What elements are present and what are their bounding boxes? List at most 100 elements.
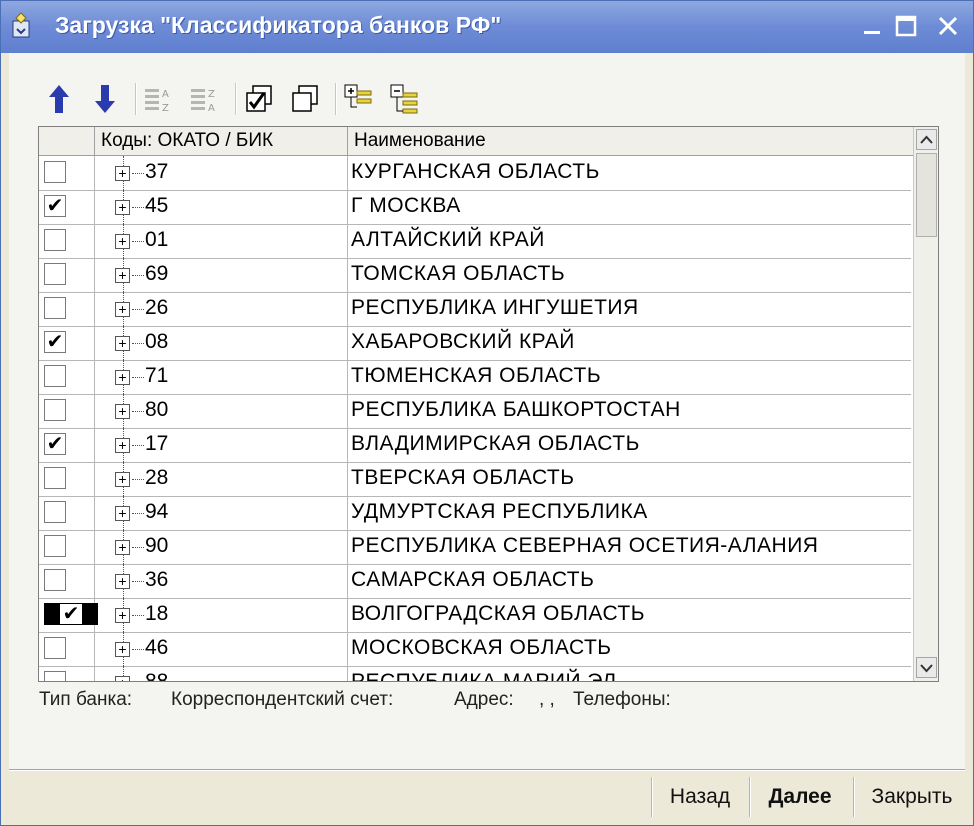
scroll-up-button[interactable]	[916, 129, 937, 150]
table-row[interactable]: ✔ +08 ХАБАРОВСКИЙ КРАЙ	[39, 326, 911, 361]
move-up-button[interactable]	[43, 81, 75, 117]
row-checkbox[interactable]	[44, 637, 66, 659]
sort-ascending-button[interactable]: AZ	[143, 81, 175, 117]
table-row[interactable]: ✔ +17 ВЛАДИМИРСКАЯ ОБЛАСТЬ	[39, 428, 911, 463]
expand-node-icon[interactable]: +	[115, 506, 130, 521]
button-separator	[749, 777, 751, 817]
table-row[interactable]: ✔ +45 Г МОСКВА	[39, 190, 911, 225]
row-name: Г МОСКВА	[351, 194, 461, 217]
tree-connector	[132, 547, 144, 548]
tree-connector	[132, 207, 144, 208]
header-name[interactable]: Наименование	[348, 127, 913, 155]
row-checkbox[interactable]	[44, 229, 66, 251]
expand-node-icon[interactable]: +	[115, 676, 130, 681]
row-checkbox[interactable]	[44, 399, 66, 421]
back-button[interactable]: Назад	[655, 779, 745, 815]
row-code-cell: +26	[95, 292, 348, 326]
table-row[interactable]: +88РЕСПУБЛИКА МАРИЙ ЭЛ	[39, 666, 911, 682]
table-row[interactable]: +80 РЕСПУБЛИКА БАШКОРТОСТАН	[39, 394, 911, 429]
row-code: 94	[145, 500, 169, 523]
row-checkbox[interactable]: ✔	[44, 603, 98, 625]
expand-node-icon[interactable]: +	[115, 404, 130, 419]
tree-connector	[132, 411, 144, 412]
row-check-cell	[39, 530, 95, 564]
row-name: УДМУРТСКАЯ РЕСПУБЛИКА	[351, 500, 648, 523]
move-down-button[interactable]	[89, 81, 121, 117]
row-checkbox[interactable]	[44, 569, 66, 591]
close-button[interactable]: Закрыть	[857, 779, 967, 815]
table-row[interactable]: +37 КУРГАНСКАЯ ОБЛАСТЬ	[39, 156, 911, 191]
expand-node-icon[interactable]: +	[115, 642, 130, 657]
uncheck-all-button[interactable]	[289, 81, 321, 117]
row-checkbox[interactable]: ✔	[44, 195, 66, 217]
table-row[interactable]: +69 ТОМСКАЯ ОБЛАСТЬ	[39, 258, 911, 293]
table-row[interactable]: +28 ТВЕРСКАЯ ОБЛАСТЬ	[39, 462, 911, 497]
maximize-icon	[895, 15, 917, 37]
row-checkbox[interactable]: ✔	[44, 331, 66, 353]
row-check-cell	[39, 360, 95, 394]
row-name: АЛТАЙСКИЙ КРАЙ	[351, 228, 545, 251]
row-checkbox[interactable]	[44, 467, 66, 489]
table-row[interactable]: +90 РЕСПУБЛИКА СЕВЕРНАЯ ОСЕТИЯ-АЛАНИЯ	[39, 530, 911, 565]
row-code-cell: +08	[95, 326, 348, 360]
expand-node-icon[interactable]: +	[115, 540, 130, 555]
expand-node-icon[interactable]: +	[115, 438, 130, 453]
expand-node-icon[interactable]: +	[115, 302, 130, 317]
toolbar-separator	[235, 83, 237, 115]
row-code: 46	[145, 636, 169, 659]
scroll-thumb[interactable]	[916, 153, 937, 237]
row-code-cell: +17	[95, 428, 348, 462]
row-code-cell: +90	[95, 530, 348, 564]
row-name: ВОЛГОГРАДСКАЯ ОБЛАСТЬ	[351, 602, 646, 625]
row-code: 08	[145, 330, 169, 353]
row-name: ХАБАРОВСКИЙ КРАЙ	[351, 330, 575, 353]
next-button[interactable]: Далее	[753, 779, 847, 815]
expand-all-button[interactable]	[343, 81, 375, 117]
banks-grid[interactable]: Коды: ОКАТО / БИК Наименование +37 КУРГАН…	[38, 126, 939, 682]
expand-node-icon[interactable]: +	[115, 234, 130, 249]
expand-node-icon[interactable]: +	[115, 370, 130, 385]
title-bar[interactable]: Загрузка "Классификатора банков РФ"	[1, 1, 973, 53]
close-window-button[interactable]	[935, 13, 961, 39]
header-codes[interactable]: Коды: ОКАТО / БИК	[95, 127, 348, 155]
table-row[interactable]: +94 УДМУРТСКАЯ РЕСПУБЛИКА	[39, 496, 911, 531]
row-code-cell: +01	[95, 224, 348, 258]
collapse-tree-icon	[390, 84, 418, 114]
table-row[interactable]: +71 ТЮМЕНСКАЯ ОБЛАСТЬ	[39, 360, 911, 395]
svg-text:Z: Z	[208, 89, 215, 100]
row-checkbox[interactable]	[44, 501, 66, 523]
row-checkbox[interactable]	[44, 365, 66, 387]
scroll-down-button[interactable]	[916, 657, 937, 678]
minimize-button[interactable]	[859, 13, 885, 39]
table-row[interactable]: +36 САМАРСКАЯ ОБЛАСТЬ	[39, 564, 911, 599]
row-name: САМАРСКАЯ ОБЛАСТЬ	[351, 568, 595, 591]
expand-node-icon[interactable]: +	[115, 166, 130, 181]
table-row[interactable]: ✔ +18 ВОЛГОГРАДСКАЯ ОБЛАСТЬ	[39, 598, 911, 633]
address-value: , ,	[539, 689, 555, 710]
expand-node-icon[interactable]: +	[115, 574, 130, 589]
row-checkbox[interactable]: ✔	[44, 433, 66, 455]
checkmark-icon: ✔	[60, 604, 82, 624]
expand-node-icon[interactable]: +	[115, 336, 130, 351]
sort-descending-button[interactable]: ZA	[189, 81, 221, 117]
row-checkbox[interactable]	[44, 297, 66, 319]
expand-node-icon[interactable]: +	[115, 200, 130, 215]
collapse-all-button[interactable]	[389, 81, 421, 117]
row-checkbox[interactable]	[44, 161, 66, 183]
row-name: РЕСПУБЛИКА МАРИЙ ЭЛ	[351, 670, 617, 682]
row-checkbox[interactable]	[44, 263, 66, 285]
row-checkbox[interactable]	[44, 671, 66, 681]
expand-node-icon[interactable]: +	[115, 472, 130, 487]
table-row[interactable]: +26 РЕСПУБЛИКА ИНГУШЕТИЯ	[39, 292, 911, 327]
expand-node-icon[interactable]: +	[115, 608, 130, 623]
vertical-scrollbar[interactable]	[913, 127, 938, 681]
row-code-cell: +37	[95, 156, 348, 190]
maximize-button[interactable]	[893, 13, 919, 39]
expand-node-icon[interactable]: +	[115, 268, 130, 283]
table-row[interactable]: +01 АЛТАЙСКИЙ КРАЙ	[39, 224, 911, 259]
table-row[interactable]: +46 МОСКОВСКАЯ ОБЛАСТЬ	[39, 632, 911, 667]
row-checkbox[interactable]	[44, 535, 66, 557]
corr-account-label: Корреспондентский счет:	[171, 689, 394, 710]
header-check-column[interactable]	[39, 127, 95, 155]
check-all-button[interactable]	[243, 81, 275, 117]
